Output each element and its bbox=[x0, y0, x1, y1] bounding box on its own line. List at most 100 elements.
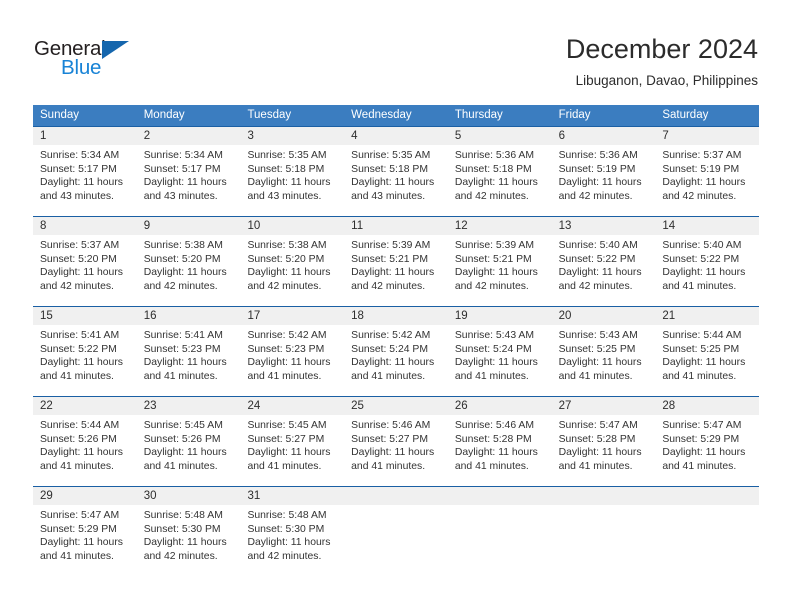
daylight-line1: Daylight: 11 hours bbox=[247, 177, 331, 189]
day-cell[interactable]: Sunrise: 5:34 AM Sunset: 5:17 PM Dayligh… bbox=[33, 145, 137, 216]
day-number[interactable]: 28 bbox=[655, 397, 759, 415]
day-cell[interactable]: Sunrise: 5:42 AM Sunset: 5:24 PM Dayligh… bbox=[344, 325, 448, 396]
day-number[interactable]: 31 bbox=[240, 487, 344, 505]
day-number[interactable]: 23 bbox=[137, 397, 241, 415]
day-cell[interactable]: Sunrise: 5:40 AM Sunset: 5:22 PM Dayligh… bbox=[552, 235, 656, 306]
day-cell[interactable]: Sunrise: 5:42 AM Sunset: 5:23 PM Dayligh… bbox=[240, 325, 344, 396]
day-number[interactable]: 8 bbox=[33, 217, 137, 235]
day-number[interactable]: 14 bbox=[655, 217, 759, 235]
day-cell[interactable]: Sunrise: 5:37 AM Sunset: 5:20 PM Dayligh… bbox=[33, 235, 137, 306]
sunset-text: Sunset: 5:22 PM bbox=[40, 343, 117, 355]
day-number[interactable]: 11 bbox=[344, 217, 448, 235]
week-day-number-band: 15 16 17 18 19 20 21 bbox=[33, 307, 759, 325]
daylight-line1: Daylight: 11 hours bbox=[40, 357, 123, 369]
calendar-week-row: 8 9 10 11 12 13 14 Sunrise: 5:37 AM Suns… bbox=[33, 216, 759, 306]
daylight-line2: and 42 minutes. bbox=[351, 280, 426, 292]
day-number[interactable]: 10 bbox=[240, 217, 344, 235]
daylight-line2: and 41 minutes. bbox=[662, 370, 737, 382]
day-number[interactable]: 9 bbox=[137, 217, 241, 235]
sunset-text: Sunset: 5:22 PM bbox=[558, 253, 636, 265]
day-cell[interactable]: Sunrise: 5:39 AM Sunset: 5:21 PM Dayligh… bbox=[344, 235, 448, 306]
day-cell[interactable]: Sunrise: 5:44 AM Sunset: 5:26 PM Dayligh… bbox=[33, 415, 137, 486]
day-number[interactable]: 17 bbox=[240, 307, 344, 325]
day-cell[interactable]: Sunrise: 5:47 AM Sunset: 5:29 PM Dayligh… bbox=[655, 415, 759, 486]
day-number-empty bbox=[448, 487, 552, 505]
calendar-grid: Sunday Monday Tuesday Wednesday Thursday… bbox=[33, 105, 759, 576]
day-cell[interactable]: Sunrise: 5:36 AM Sunset: 5:18 PM Dayligh… bbox=[448, 145, 552, 216]
day-cell[interactable]: Sunrise: 5:48 AM Sunset: 5:30 PM Dayligh… bbox=[240, 505, 344, 576]
week-detail-band: Sunrise: 5:44 AM Sunset: 5:26 PM Dayligh… bbox=[33, 415, 759, 486]
day-number[interactable]: 30 bbox=[137, 487, 241, 505]
day-number[interactable]: 20 bbox=[552, 307, 656, 325]
day-number[interactable]: 21 bbox=[655, 307, 759, 325]
sunset-text: Sunset: 5:27 PM bbox=[351, 433, 428, 445]
day-number[interactable]: 1 bbox=[33, 127, 137, 145]
day-cell[interactable]: Sunrise: 5:35 AM Sunset: 5:18 PM Dayligh… bbox=[344, 145, 448, 216]
sunrise-text: Sunrise: 5:45 AM bbox=[247, 420, 327, 431]
general-blue-logo[interactable]: General Blue bbox=[34, 38, 174, 88]
calendar-week-row: 22 23 24 25 26 27 28 Sunrise: 5:44 AM Su… bbox=[33, 396, 759, 486]
sunrise-text: Sunrise: 5:43 AM bbox=[558, 330, 638, 341]
daylight-line1: Daylight: 11 hours bbox=[558, 177, 642, 189]
day-cell[interactable]: Sunrise: 5:46 AM Sunset: 5:28 PM Dayligh… bbox=[448, 415, 552, 486]
sunset-text: Sunset: 5:20 PM bbox=[40, 253, 117, 265]
sunrise-text: Sunrise: 5:44 AM bbox=[662, 330, 742, 341]
day-number[interactable]: 24 bbox=[240, 397, 344, 415]
day-cell[interactable]: Sunrise: 5:40 AM Sunset: 5:22 PM Dayligh… bbox=[655, 235, 759, 306]
day-cell[interactable]: Sunrise: 5:45 AM Sunset: 5:27 PM Dayligh… bbox=[240, 415, 344, 486]
day-number[interactable]: 25 bbox=[344, 397, 448, 415]
day-cell[interactable]: Sunrise: 5:46 AM Sunset: 5:27 PM Dayligh… bbox=[344, 415, 448, 486]
day-number[interactable]: 12 bbox=[448, 217, 552, 235]
day-number[interactable]: 4 bbox=[344, 127, 448, 145]
day-number[interactable]: 7 bbox=[655, 127, 759, 145]
day-cell[interactable]: Sunrise: 5:43 AM Sunset: 5:24 PM Dayligh… bbox=[448, 325, 552, 396]
day-cell[interactable]: Sunrise: 5:39 AM Sunset: 5:21 PM Dayligh… bbox=[448, 235, 552, 306]
logo-triangle-icon bbox=[102, 41, 129, 59]
sunset-text: Sunset: 5:19 PM bbox=[558, 163, 636, 175]
day-number[interactable]: 3 bbox=[240, 127, 344, 145]
day-cell[interactable]: Sunrise: 5:38 AM Sunset: 5:20 PM Dayligh… bbox=[137, 235, 241, 306]
calendar-week-row: 15 16 17 18 19 20 21 Sunrise: 5:41 AM Su… bbox=[33, 306, 759, 396]
sunset-text: Sunset: 5:17 PM bbox=[40, 163, 117, 175]
sunset-text: Sunset: 5:21 PM bbox=[454, 253, 532, 265]
day-cell[interactable]: Sunrise: 5:35 AM Sunset: 5:18 PM Dayligh… bbox=[240, 145, 344, 216]
day-number[interactable]: 6 bbox=[552, 127, 656, 145]
day-number[interactable]: 26 bbox=[448, 397, 552, 415]
day-cell[interactable]: Sunrise: 5:38 AM Sunset: 5:20 PM Dayligh… bbox=[240, 235, 344, 306]
day-cell[interactable]: Sunrise: 5:47 AM Sunset: 5:28 PM Dayligh… bbox=[552, 415, 656, 486]
day-number[interactable]: 22 bbox=[33, 397, 137, 415]
day-number[interactable]: 29 bbox=[33, 487, 137, 505]
sunrise-text: Sunrise: 5:37 AM bbox=[662, 150, 742, 161]
week-day-number-band: 1 2 3 4 5 6 7 bbox=[33, 127, 759, 145]
daylight-line1: Daylight: 11 hours bbox=[247, 447, 331, 459]
sunset-text: Sunset: 5:29 PM bbox=[662, 433, 740, 445]
day-cell[interactable]: Sunrise: 5:48 AM Sunset: 5:30 PM Dayligh… bbox=[137, 505, 241, 576]
daylight-line2: and 41 minutes. bbox=[558, 370, 633, 382]
day-cell[interactable]: Sunrise: 5:47 AM Sunset: 5:29 PM Dayligh… bbox=[33, 505, 137, 576]
day-number[interactable]: 18 bbox=[344, 307, 448, 325]
day-number[interactable]: 2 bbox=[137, 127, 241, 145]
day-cell[interactable]: Sunrise: 5:41 AM Sunset: 5:22 PM Dayligh… bbox=[33, 325, 137, 396]
sunrise-text: Sunrise: 5:36 AM bbox=[558, 150, 638, 161]
day-number[interactable]: 16 bbox=[137, 307, 241, 325]
sunset-text: Sunset: 5:23 PM bbox=[143, 343, 221, 355]
day-number[interactable]: 15 bbox=[33, 307, 137, 325]
day-cell[interactable]: Sunrise: 5:45 AM Sunset: 5:26 PM Dayligh… bbox=[137, 415, 241, 486]
day-number[interactable]: 27 bbox=[552, 397, 656, 415]
daylight-line2: and 41 minutes. bbox=[558, 460, 633, 472]
day-cell[interactable]: Sunrise: 5:36 AM Sunset: 5:19 PM Dayligh… bbox=[552, 145, 656, 216]
day-cell[interactable]: Sunrise: 5:44 AM Sunset: 5:25 PM Dayligh… bbox=[655, 325, 759, 396]
day-number[interactable]: 13 bbox=[552, 217, 656, 235]
daylight-line1: Daylight: 11 hours bbox=[40, 447, 123, 459]
daylight-line1: Daylight: 11 hours bbox=[662, 447, 746, 459]
day-cell[interactable]: Sunrise: 5:41 AM Sunset: 5:23 PM Dayligh… bbox=[137, 325, 241, 396]
daylight-line1: Daylight: 11 hours bbox=[662, 177, 746, 189]
day-number[interactable]: 19 bbox=[448, 307, 552, 325]
sunset-text: Sunset: 5:26 PM bbox=[143, 433, 221, 445]
day-number[interactable]: 5 bbox=[448, 127, 552, 145]
daylight-line1: Daylight: 11 hours bbox=[40, 537, 123, 549]
day-cell[interactable]: Sunrise: 5:43 AM Sunset: 5:25 PM Dayligh… bbox=[552, 325, 656, 396]
day-cell[interactable]: Sunrise: 5:37 AM Sunset: 5:19 PM Dayligh… bbox=[655, 145, 759, 216]
daylight-line1: Daylight: 11 hours bbox=[40, 177, 123, 189]
day-cell[interactable]: Sunrise: 5:34 AM Sunset: 5:17 PM Dayligh… bbox=[137, 145, 241, 216]
